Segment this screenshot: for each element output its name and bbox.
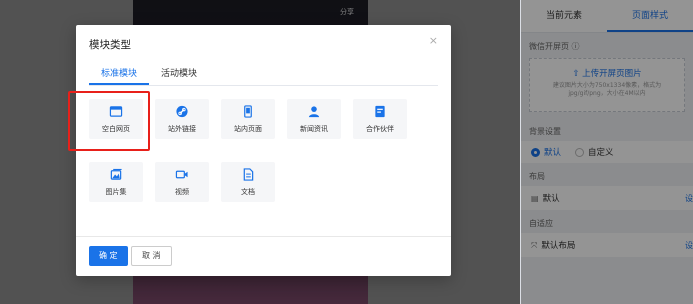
upload-link[interactable]: ⇧ 上传开屏页图片 (530, 67, 684, 79)
card-label: 新闻资讯 (300, 125, 328, 133)
cancel-button[interactable]: 取 消 (131, 246, 172, 266)
card-label: 空白网页 (102, 125, 130, 133)
card-label: 站内页面 (234, 125, 262, 133)
card-internal-page[interactable]: 站内页面 (221, 99, 275, 139)
dialog-title: 模块类型 (89, 39, 131, 51)
card-label: 站外链接 (168, 125, 196, 133)
browser-window-icon (109, 106, 123, 117)
radio-custom[interactable]: 自定义 (575, 146, 614, 158)
adaptive-icon: ⤧ (531, 241, 538, 250)
layout-icon: ▤ (531, 194, 539, 203)
settings-panel: 当前元素 页面样式 微信开屏页 ⓘ ⇧ 上传开屏页图片 建议图片大小为750x1… (520, 0, 693, 304)
card-label: 文档 (241, 188, 255, 196)
settings-tabs: 当前元素 页面样式 (521, 0, 693, 33)
video-icon (175, 170, 188, 179)
tab-activity-modules[interactable]: 活动模块 (149, 66, 209, 85)
news-user-icon (308, 106, 320, 118)
card-gallery[interactable]: 图片集 (89, 162, 143, 202)
tab-page-style[interactable]: 页面样式 (607, 0, 693, 32)
close-icon[interactable]: × (429, 34, 438, 47)
bg-section-title: 背景设置 (529, 127, 561, 136)
mobile-page-icon (244, 105, 252, 118)
gallery-icon (110, 168, 122, 180)
card-blank-page[interactable]: 空白网页 (89, 99, 143, 139)
tab-standard-modules[interactable]: 标准模块 (89, 66, 150, 85)
module-tabs: 标准模块 活动模块 (89, 66, 438, 86)
layout-row: ▤ 默认 设 (521, 186, 693, 210)
adaptive-section-title: 自适应 (529, 219, 553, 228)
card-document[interactable]: 文档 (221, 162, 275, 202)
splash-upload-box[interactable]: ⇧ 上传开屏页图片 建议图片大小为750x1334像素，格式为jpg/gif/p… (529, 58, 685, 112)
adaptive-settings-link[interactable]: 设 (685, 240, 693, 251)
card-label: 图片集 (105, 188, 127, 196)
partner-icon (375, 105, 385, 118)
upload-hint: 建议图片大小为750x1334像素，格式为jpg/gif/png，大小在4M以内 (552, 82, 662, 97)
splash-section-title: 微信开屏页 ⓘ (529, 42, 580, 51)
card-label: 视频 (175, 188, 189, 196)
confirm-button[interactable]: 确 定 (89, 246, 128, 266)
module-type-dialog: 模块类型 × 标准模块 活动模块 空白网页 站外链接 站内页面 新闻资讯 合作伙… (76, 25, 451, 276)
adaptive-row: ⤧ 默认布局 设 (521, 233, 693, 257)
card-label: 合作伙伴 (366, 125, 394, 133)
layout-settings-link[interactable]: 设 (685, 193, 693, 204)
card-news[interactable]: 新闻资讯 (287, 99, 341, 139)
bg-radio-group: 默认 自定义 (521, 141, 693, 163)
card-video[interactable]: 视频 (155, 162, 209, 202)
link-icon (176, 105, 188, 118)
card-partners[interactable]: 合作伙伴 (353, 99, 407, 139)
dialog-footer: 确 定 取 消 (76, 236, 451, 276)
card-external-link[interactable]: 站外链接 (155, 99, 209, 139)
document-icon (243, 168, 254, 181)
layout-section-title: 布局 (529, 172, 545, 181)
radio-default[interactable]: 默认 (531, 146, 561, 158)
tab-current-element[interactable]: 当前元素 (521, 0, 607, 32)
